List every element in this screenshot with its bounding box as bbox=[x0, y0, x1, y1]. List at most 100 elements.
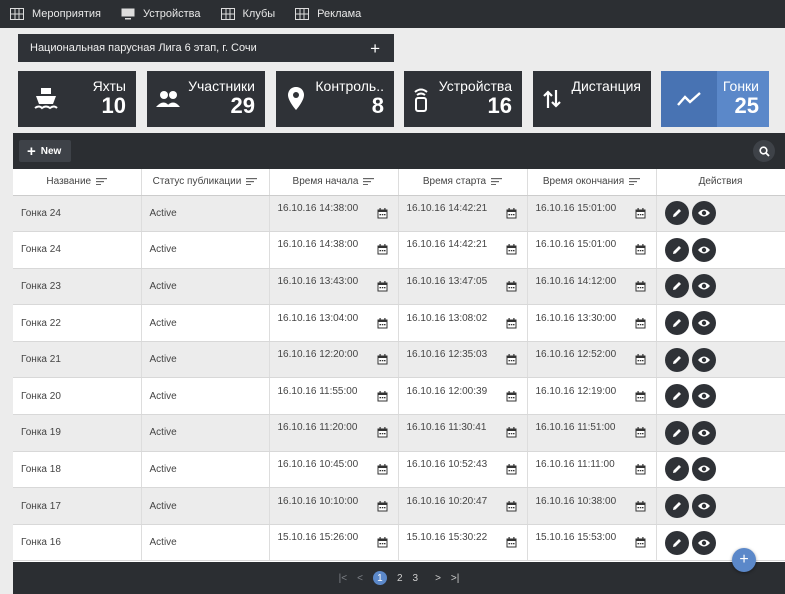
calendar-icon[interactable] bbox=[377, 500, 388, 512]
race-start-cell[interactable]: 16.10.16 10:52:43 bbox=[398, 451, 528, 489]
end-time-cell[interactable]: 16.10.16 10:38:00 bbox=[527, 487, 657, 525]
column-header-start-time[interactable]: Время начала bbox=[269, 169, 399, 196]
calendar-icon[interactable] bbox=[506, 463, 517, 475]
view-button[interactable] bbox=[691, 457, 716, 482]
card-races[interactable]: Гонки 25 bbox=[661, 71, 769, 127]
column-header-end-time[interactable]: Время окончания bbox=[527, 169, 657, 196]
table-row[interactable]: Гонка 20 Active 16.10.16 11:55:00 16.10.16 … bbox=[13, 377, 785, 416]
edit-button[interactable] bbox=[664, 530, 689, 555]
race-start-cell[interactable]: 16.10.16 13:08:02 bbox=[398, 304, 528, 342]
next-page-button[interactable]: > bbox=[435, 573, 441, 584]
race-start-cell[interactable]: 16.10.16 14:42:21 bbox=[398, 195, 528, 233]
end-time-cell[interactable]: 16.10.16 14:12:00 bbox=[527, 268, 657, 306]
table-row[interactable]: Гонка 24 Active 16.10.16 14:38:00 16.10.16 … bbox=[13, 195, 785, 233]
nav-item-clubs[interactable]: Клубы bbox=[220, 8, 275, 20]
nav-item-events[interactable]: Мероприятия bbox=[10, 8, 101, 20]
edit-button[interactable] bbox=[664, 237, 689, 262]
edit-button[interactable] bbox=[664, 420, 689, 445]
table-row[interactable]: Гонка 18 Active 16.10.16 10:45:00 16.10.16 … bbox=[13, 451, 785, 489]
end-time-cell[interactable]: 16.10.16 13:30:00 bbox=[527, 304, 657, 342]
calendar-icon[interactable] bbox=[506, 280, 517, 292]
calendar-icon[interactable] bbox=[635, 354, 646, 365]
calendar-icon[interactable] bbox=[635, 427, 646, 438]
view-button[interactable] bbox=[691, 274, 716, 299]
table-row[interactable]: Гонка 23 Active 16.10.16 13:43:00 16.10.16 … bbox=[13, 268, 785, 306]
race-start-cell[interactable]: 15.10.16 15:30:22 bbox=[398, 524, 528, 562]
prev-page-button[interactable]: < bbox=[357, 573, 363, 584]
end-time-cell[interactable]: 16.10.16 12:52:00 bbox=[527, 341, 657, 379]
calendar-icon[interactable] bbox=[377, 427, 388, 438]
calendar-icon[interactable] bbox=[635, 390, 646, 402]
column-header-race-start[interactable]: Время старта bbox=[398, 169, 528, 196]
table-row[interactable]: Гонка 22 Active 16.10.16 13:04:00 16.10.16 … bbox=[13, 304, 785, 342]
view-button[interactable] bbox=[691, 347, 716, 372]
calendar-icon[interactable] bbox=[635, 500, 646, 512]
view-button[interactable] bbox=[691, 201, 716, 226]
add-event-button[interactable]: + bbox=[370, 40, 380, 57]
calendar-icon[interactable] bbox=[377, 463, 388, 475]
view-button[interactable] bbox=[691, 311, 716, 336]
start-time-cell[interactable]: 16.10.16 14:38:00 bbox=[269, 231, 399, 269]
calendar-icon[interactable] bbox=[377, 537, 388, 548]
start-time-cell[interactable]: 16.10.16 13:04:00 bbox=[269, 304, 399, 342]
calendar-icon[interactable] bbox=[635, 537, 646, 548]
calendar-icon[interactable] bbox=[635, 280, 646, 292]
start-time-cell[interactable]: 16.10.16 11:55:00 bbox=[269, 377, 399, 416]
search-button[interactable] bbox=[753, 140, 775, 162]
calendar-icon[interactable] bbox=[506, 317, 517, 329]
race-start-cell[interactable]: 16.10.16 13:47:05 bbox=[398, 268, 528, 306]
start-time-cell[interactable]: 16.10.16 10:45:00 bbox=[269, 451, 399, 489]
calendar-icon[interactable] bbox=[377, 317, 388, 329]
calendar-icon[interactable] bbox=[377, 390, 388, 402]
calendar-icon[interactable] bbox=[506, 427, 517, 438]
edit-button[interactable] bbox=[664, 494, 689, 519]
calendar-icon[interactable] bbox=[377, 244, 388, 255]
edit-button[interactable] bbox=[664, 274, 689, 299]
calendar-icon[interactable] bbox=[506, 390, 517, 402]
table-row[interactable]: Гонка 21 Active 16.10.16 12:20:00 16.10.16 … bbox=[13, 341, 785, 379]
page-button-2[interactable]: 2 bbox=[397, 573, 403, 584]
end-time-cell[interactable]: 16.10.16 15:01:00 bbox=[527, 231, 657, 269]
card-devices[interactable]: Устройства 16 bbox=[404, 71, 522, 127]
first-page-button[interactable]: |< bbox=[339, 573, 347, 584]
new-race-button[interactable]: + New bbox=[19, 140, 72, 162]
table-row[interactable]: Гонка 19 Active 16.10.16 11:20:00 16.10.16 … bbox=[13, 414, 785, 452]
start-time-cell[interactable]: 16.10.16 12:20:00 bbox=[269, 341, 399, 379]
end-time-cell[interactable]: 16.10.16 11:51:00 bbox=[527, 414, 657, 452]
card-participants[interactable]: Участники 29 bbox=[147, 71, 265, 127]
race-start-cell[interactable]: 16.10.16 12:00:39 bbox=[398, 377, 528, 416]
last-page-button[interactable]: >| bbox=[451, 573, 459, 584]
add-race-fab[interactable]: + bbox=[732, 548, 756, 572]
nav-item-devices[interactable]: Устройства bbox=[121, 8, 201, 20]
view-button[interactable] bbox=[691, 420, 716, 445]
start-time-cell[interactable]: 16.10.16 14:38:00 bbox=[269, 195, 399, 233]
calendar-icon[interactable] bbox=[506, 500, 517, 512]
end-time-cell[interactable]: 15.10.16 15:53:00 bbox=[527, 524, 657, 562]
event-selector[interactable]: Национальная парусная Лига 6 этап, г. Со… bbox=[18, 34, 394, 62]
calendar-icon[interactable] bbox=[377, 354, 388, 365]
table-row[interactable]: Гонка 24 Active 16.10.16 14:38:00 16.10.16 … bbox=[13, 231, 785, 269]
start-time-cell[interactable]: 16.10.16 10:10:00 bbox=[269, 487, 399, 525]
race-start-cell[interactable]: 16.10.16 11:30:41 bbox=[398, 414, 528, 452]
calendar-icon[interactable] bbox=[635, 317, 646, 329]
table-row[interactable]: Гонка 16 Active 15.10.16 15:26:00 15.10.16 … bbox=[13, 524, 785, 562]
start-time-cell[interactable]: 16.10.16 13:43:00 bbox=[269, 268, 399, 306]
edit-button[interactable] bbox=[664, 347, 689, 372]
nav-item-ads[interactable]: Реклама bbox=[295, 8, 361, 20]
table-row[interactable]: Гонка 17 Active 16.10.16 10:10:00 16.10.16 … bbox=[13, 487, 785, 525]
edit-button[interactable] bbox=[664, 457, 689, 482]
view-button[interactable] bbox=[691, 494, 716, 519]
start-time-cell[interactable]: 16.10.16 11:20:00 bbox=[269, 414, 399, 452]
end-time-cell[interactable]: 16.10.16 15:01:00 bbox=[527, 195, 657, 233]
calendar-icon[interactable] bbox=[635, 244, 646, 255]
race-start-cell[interactable]: 16.10.16 10:20:47 bbox=[398, 487, 528, 525]
calendar-icon[interactable] bbox=[506, 537, 517, 548]
view-button[interactable] bbox=[691, 237, 716, 262]
calendar-icon[interactable] bbox=[506, 244, 517, 255]
card-distance[interactable]: Дистанция bbox=[533, 71, 651, 127]
edit-button[interactable] bbox=[664, 201, 689, 226]
card-yachts[interactable]: Яхты 10 bbox=[18, 71, 136, 127]
calendar-icon[interactable] bbox=[377, 280, 388, 292]
view-button[interactable] bbox=[691, 384, 716, 409]
calendar-icon[interactable] bbox=[635, 207, 646, 219]
